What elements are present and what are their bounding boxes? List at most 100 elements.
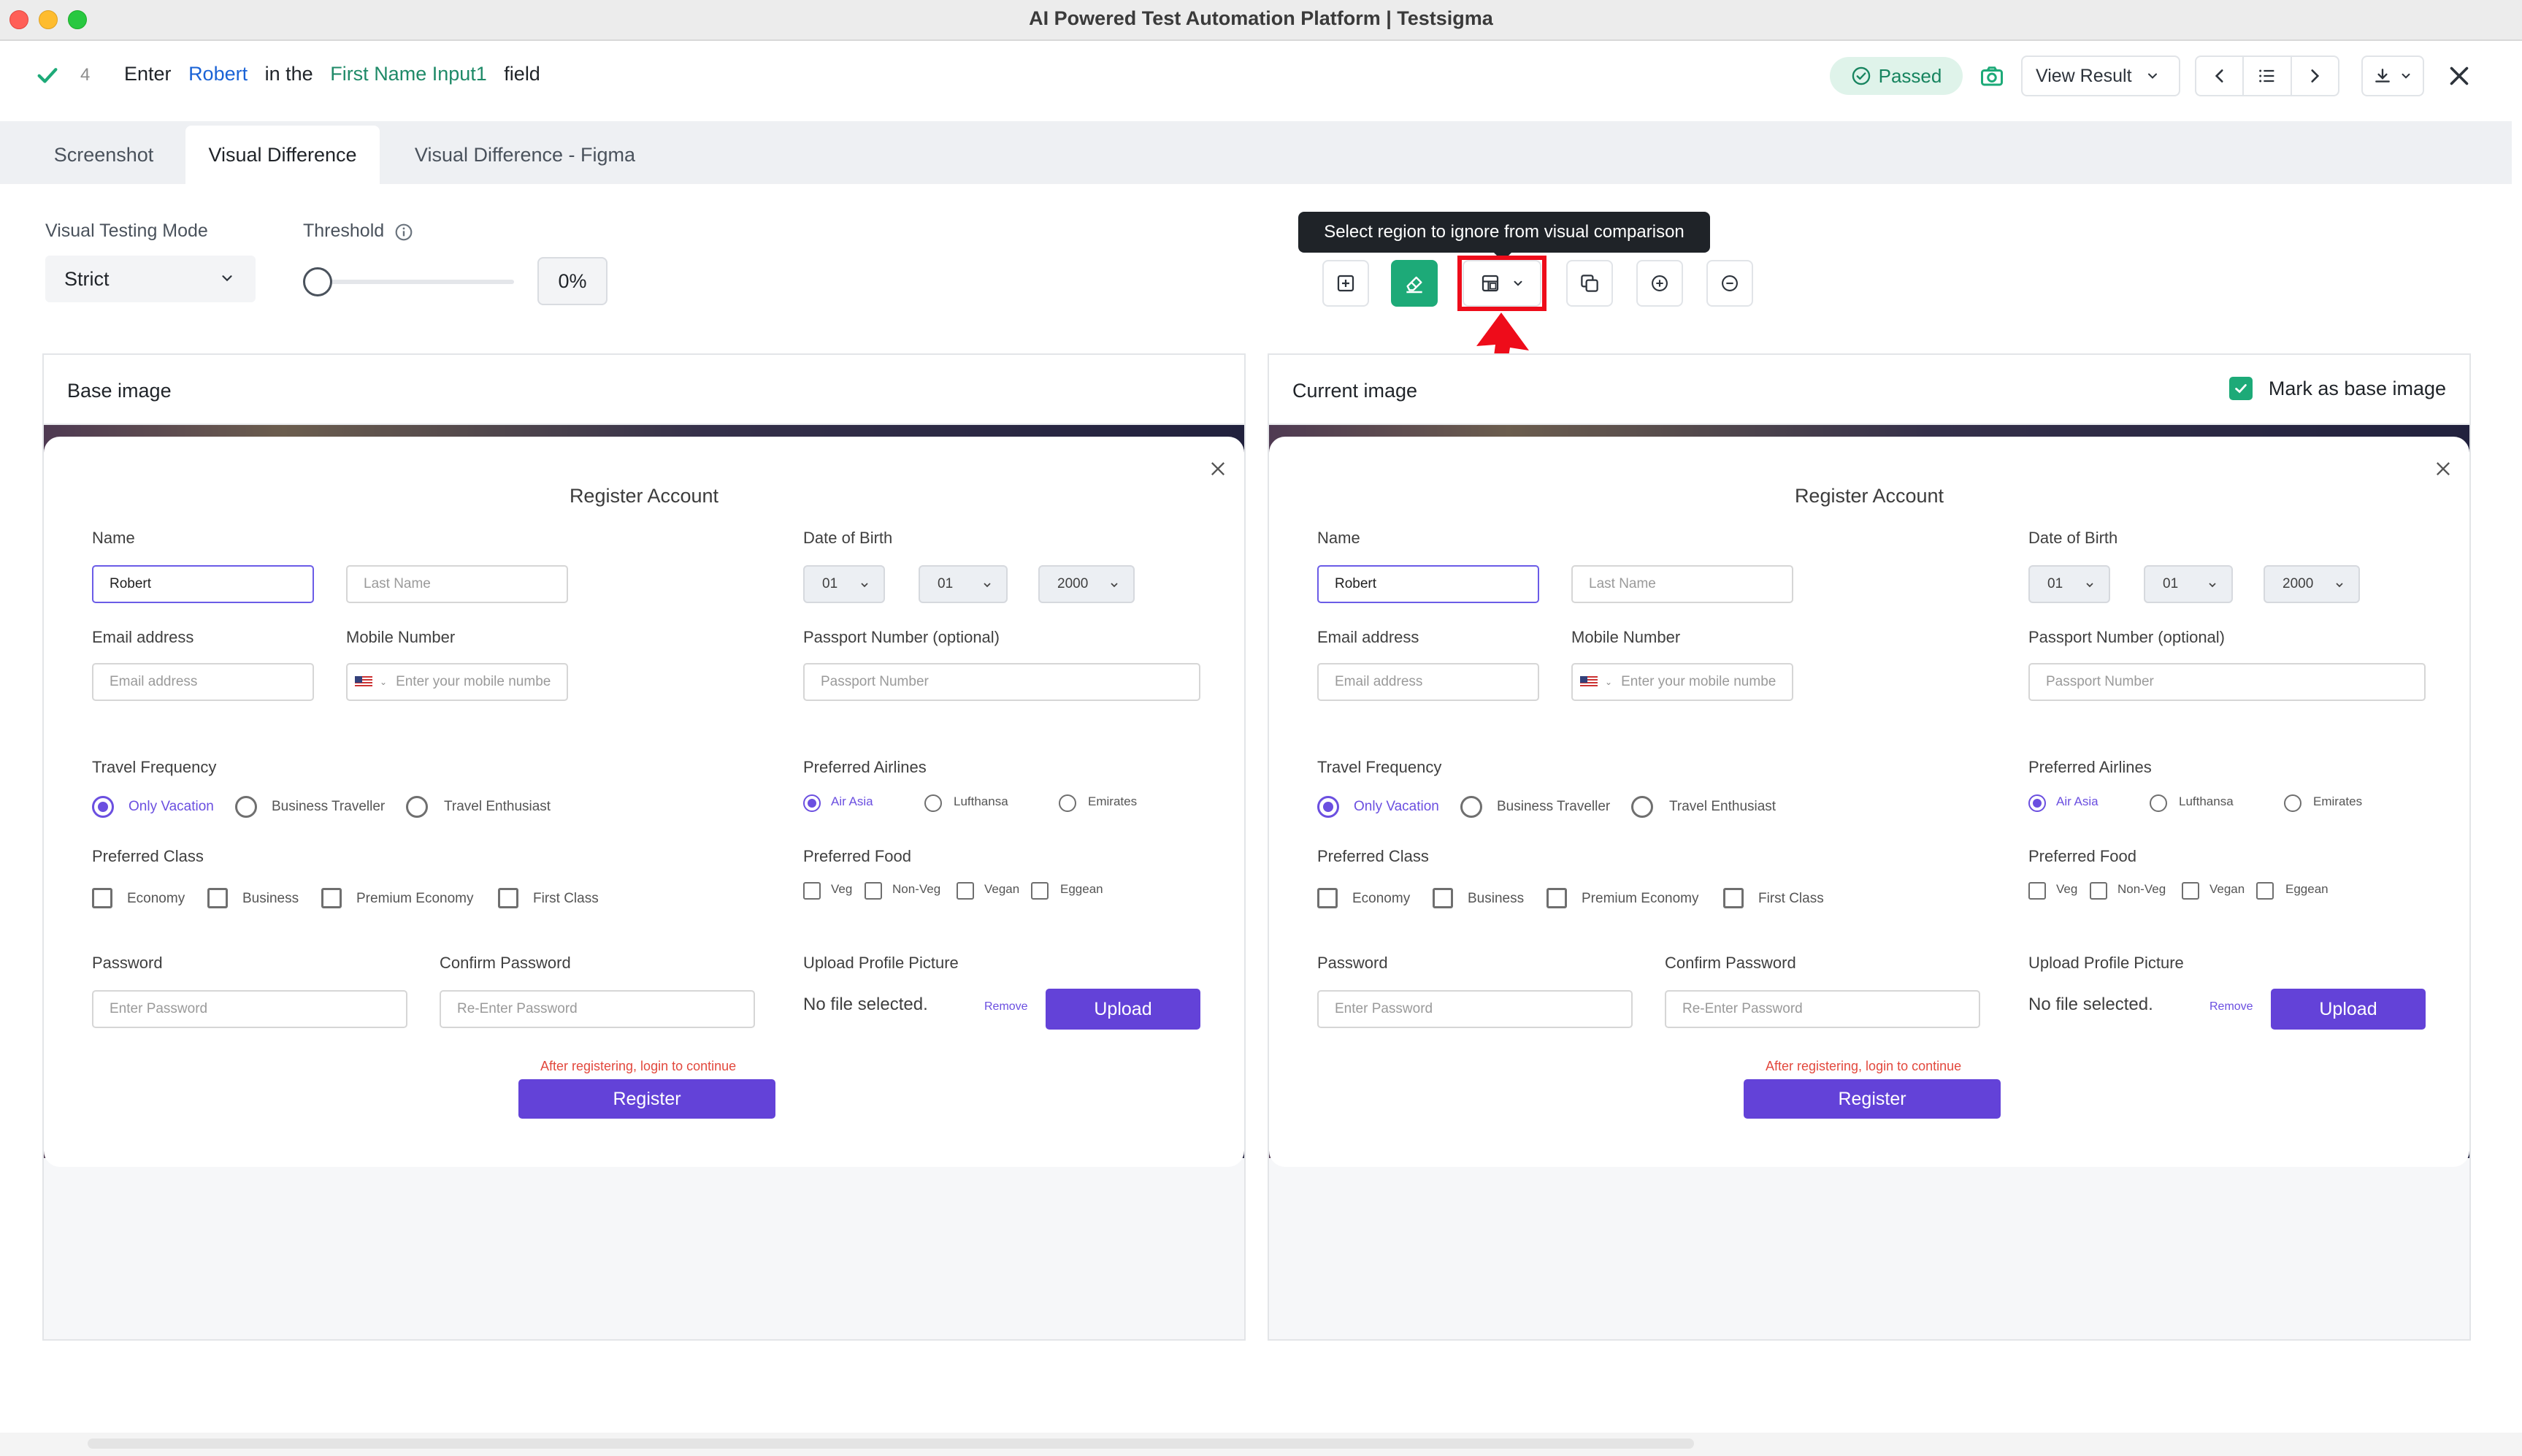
checkbox-vegan [2182, 882, 2199, 900]
first-name-input: Robert [1317, 565, 1539, 603]
window-title: AI Powered Test Automation Platform | Te… [1029, 7, 1493, 29]
tab-screenshot[interactable]: Screenshot [29, 126, 178, 184]
mode-value: Strict [64, 267, 110, 290]
dob-month-value: 01 [2163, 576, 2179, 591]
chevron-down-icon [2086, 583, 2093, 588]
preferred-airlines-label: Preferred Airlines [803, 758, 927, 776]
view-result-dropdown[interactable]: View Result [2021, 55, 2180, 96]
option-eggean: Eggean [1060, 882, 1103, 896]
register-title: Register Account [569, 485, 719, 507]
dob-day-select: 01 [803, 565, 885, 603]
base-image-header: Base image [44, 355, 1244, 425]
camera-icon[interactable] [1979, 63, 2005, 89]
tab-visual-difference[interactable]: Visual Difference [185, 126, 380, 184]
preferred-food-label: Preferred Food [803, 847, 911, 865]
current-screenshot[interactable]: Register Account Name Robert Last Name D… [1269, 425, 2469, 1167]
step-word-action: Enter [124, 63, 172, 85]
option-only-vacation: Only Vacation [129, 799, 214, 814]
checkbox-veg [2028, 882, 2046, 900]
checkbox-premium-economy [321, 888, 342, 908]
visual-testing-mode-label: Visual Testing Mode [45, 221, 208, 241]
email-label: Email address [1317, 628, 1419, 646]
close-icon [2437, 462, 2450, 475]
chevron-down-icon [2147, 73, 2157, 79]
checkbox-first-class [1723, 888, 1744, 908]
step-description: Enter Robert in the First Name Input1 fi… [124, 63, 552, 85]
no-file-text: No file selected. [2028, 995, 2153, 1014]
mobile-label: Mobile Number [346, 628, 456, 646]
status-badge: Passed [1830, 57, 1963, 95]
chevron-down-icon [1111, 583, 1118, 588]
erase-region-button[interactable] [1391, 260, 1438, 307]
dob-year-value: 2000 [1057, 576, 1089, 591]
chevron-down-icon [861, 583, 868, 588]
scrollbar-thumb[interactable] [88, 1438, 1694, 1449]
passport-input: Passport Number [803, 663, 1200, 701]
info-icon[interactable] [394, 223, 413, 242]
remove-link: Remove [2209, 1000, 2253, 1013]
close-icon[interactable] [2446, 63, 2472, 89]
checkbox-premium-economy [1546, 888, 1567, 908]
checkbox-eggean [2256, 882, 2274, 900]
threshold-slider-track[interactable] [318, 280, 514, 284]
zoom-in-button[interactable] [1636, 260, 1683, 307]
radio-travel-enthusiast [406, 796, 428, 818]
select-region-button[interactable] [1322, 260, 1369, 307]
mark-as-base-checkbox[interactable]: Mark as base image [2228, 377, 2446, 400]
upload-button: Upload [1046, 989, 1200, 1030]
option-first-class: First Class [533, 891, 599, 906]
radio-emirates [2284, 794, 2301, 812]
passport-input: Passport Number [2028, 663, 2426, 701]
us-flag-icon [1580, 676, 1598, 688]
checkbox-economy [1317, 888, 1338, 908]
dob-year-value: 2000 [2283, 576, 2314, 591]
chevron-down-icon: ⌄ [1605, 677, 1613, 687]
download-dropdown[interactable] [2361, 55, 2424, 96]
mobile-label: Mobile Number [1571, 628, 1681, 646]
option-non-veg: Non-Veg [2117, 882, 2166, 896]
threshold-value[interactable]: 0% [537, 257, 607, 305]
step-list-button[interactable] [2244, 57, 2292, 95]
base-screenshot[interactable]: Register Account Name Robert Last Name D… [44, 425, 1244, 1167]
upload-button: Upload [2271, 989, 2426, 1030]
upload-profile-label: Upload Profile Picture [2028, 954, 2184, 972]
preferred-class-label: Preferred Class [92, 847, 204, 865]
window-titlebar: AI Powered Test Automation Platform | Te… [0, 0, 2522, 41]
checkbox-business [207, 888, 228, 908]
tooltip: Select region to ignore from visual comp… [1298, 212, 1710, 261]
option-travel-enthusiast: Travel Enthusiast [1669, 799, 1776, 814]
current-image-title: Current image [1292, 380, 1418, 402]
password-input: Enter Password [92, 990, 407, 1028]
dob-day-select: 01 [2028, 565, 2110, 603]
zoom-out-button[interactable] [1706, 260, 1753, 307]
mobile-input: ⌄ Enter your mobile numbe [1571, 663, 1793, 701]
tab-visual-difference-figma[interactable]: Visual Difference - Figma [391, 126, 659, 184]
name-label: Name [1317, 529, 1360, 547]
option-air-asia: Air Asia [2056, 794, 2099, 808]
confirm-password-input: Re-Enter Password [440, 990, 755, 1028]
checkbox-business [1433, 888, 1453, 908]
copy-region-button[interactable] [1566, 260, 1613, 307]
chevron-right-icon [2311, 69, 2320, 83]
passport-label: Passport Number (optional) [2028, 628, 2226, 646]
previous-step-button[interactable] [2196, 57, 2245, 95]
option-business: Business [242, 891, 299, 906]
option-first-class: First Class [1758, 891, 1824, 906]
register-modal: Register Account Name Robert Last Name D… [44, 437, 1244, 1167]
visual-testing-mode-select[interactable]: Strict [45, 256, 256, 302]
chevron-down-icon [222, 275, 232, 282]
threshold-slider-handle[interactable] [303, 267, 332, 296]
register-title: Register Account [1794, 485, 1944, 507]
checkbox-first-class [498, 888, 518, 908]
dob-day-value: 01 [2047, 576, 2063, 591]
register-hint: After registering, login to continue [1766, 1059, 1962, 1073]
chevron-down-icon [984, 583, 991, 588]
status-label: Passed [1878, 64, 1942, 87]
chevron-left-icon [2215, 69, 2223, 83]
next-step-button[interactable] [2292, 57, 2338, 95]
option-travel-enthusiast: Travel Enthusiast [444, 799, 551, 814]
password-label: Password [1317, 954, 1388, 972]
chevron-down-icon [2336, 583, 2343, 588]
confirm-password-label: Confirm Password [1665, 954, 1796, 972]
dob-month-select: 01 [919, 565, 1008, 603]
